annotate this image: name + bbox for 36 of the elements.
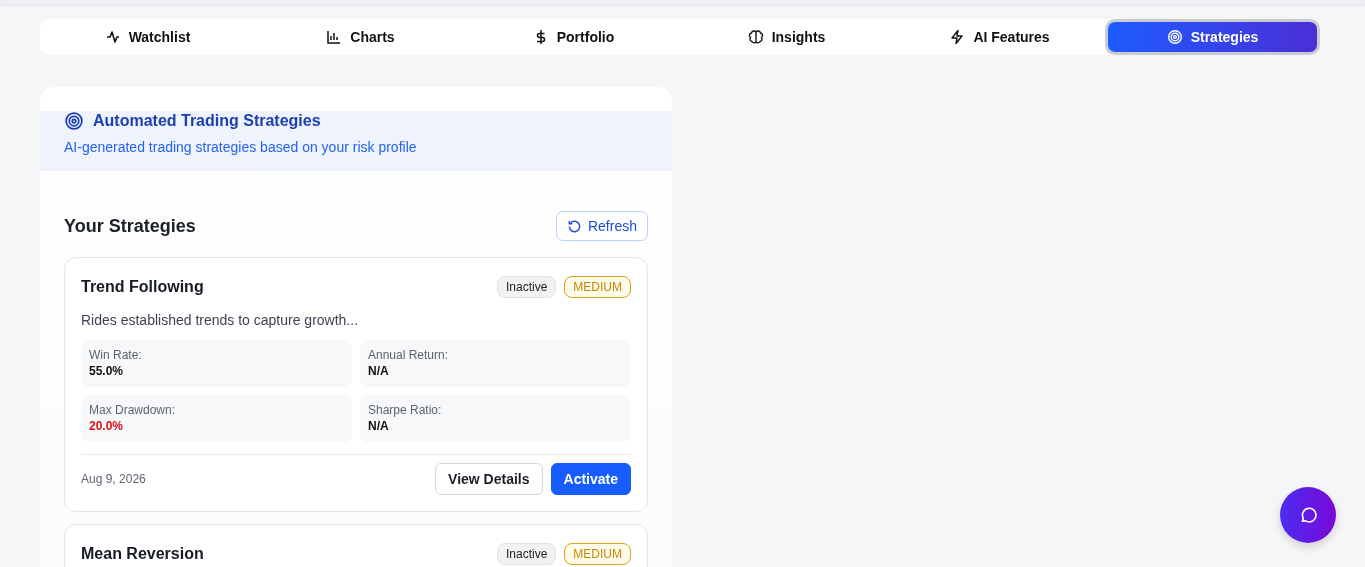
- bar-chart-icon: [326, 29, 343, 45]
- status-badge: Inactive: [496, 276, 557, 298]
- tab[interactable]: Watchlist: [43, 22, 252, 52]
- refresh-icon: [566, 218, 582, 234]
- section-title: Your Strategies: [64, 215, 196, 237]
- refresh-button[interactable]: Refresh: [555, 211, 648, 241]
- metric-label: Annual Return:: [368, 348, 450, 362]
- view-details-button[interactable]: View Details: [435, 463, 543, 495]
- metric-label: Win Rate:: [89, 348, 143, 362]
- chat-button[interactable]: [1280, 487, 1336, 543]
- chat-bubble-icon: [1299, 506, 1317, 524]
- target-icon: [64, 111, 84, 131]
- panel-title: Automated Trading Strategies: [93, 112, 321, 130]
- target-icon: [1166, 29, 1183, 45]
- brain-icon: [747, 29, 764, 45]
- tab[interactable]: Strategies: [1108, 22, 1317, 52]
- metric-value: N/A: [368, 364, 390, 378]
- risk-badge: MEDIUM: [564, 276, 631, 298]
- tab[interactable]: AI Features: [895, 22, 1104, 52]
- metric-label: Sharpe Ratio:: [368, 403, 443, 417]
- status-badge: Inactive: [496, 543, 557, 565]
- tab[interactable]: Portfolio: [469, 22, 678, 52]
- panel-subtitle: AI-generated trading strategies based on your risk profile: [64, 139, 418, 155]
- activate-button[interactable]: Activate: [550, 463, 631, 495]
- pulse-icon: [104, 29, 121, 45]
- metric-value: 20.0%: [89, 419, 125, 433]
- metric-value: N/A: [368, 419, 390, 433]
- strategy-name: Trend Following: [81, 278, 204, 296]
- metric-value: 55.0%: [89, 364, 125, 378]
- strategy-description: Rides established trends to capture growth...: [81, 312, 360, 328]
- metric-label: Max Drawdown:: [89, 403, 177, 417]
- tab[interactable]: Insights: [682, 22, 891, 52]
- strategy-name: Mean Reversion: [81, 545, 204, 563]
- strategy-date: Aug 9, 2026: [81, 472, 146, 486]
- tab[interactable]: Charts: [256, 22, 465, 52]
- risk-badge: MEDIUM: [564, 543, 631, 565]
